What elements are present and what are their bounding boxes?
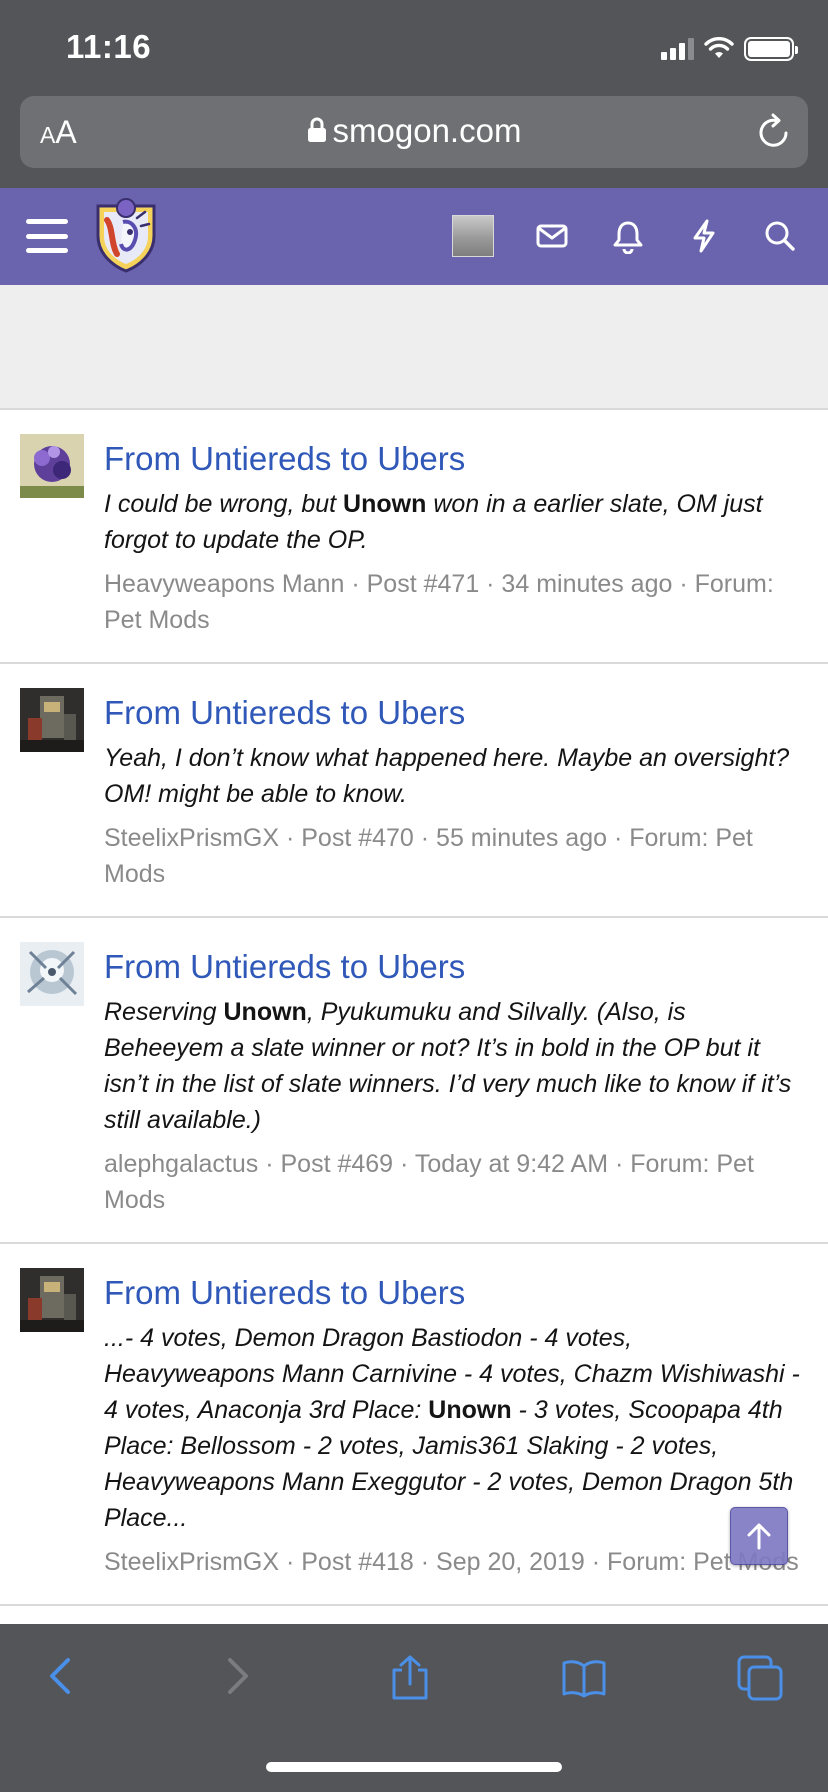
- avatar[interactable]: [20, 1268, 84, 1332]
- result-meta: Heavyweapons Mann · Post #471 · 34 minut…: [104, 570, 774, 634]
- arrow-up-icon: [747, 1523, 771, 1550]
- reload-icon[interactable]: [756, 112, 792, 150]
- menu-icon[interactable]: [26, 219, 68, 253]
- result-snippet: I could be wrong, but Unown won in a ear…: [104, 490, 763, 554]
- result-meta: alephgalactus · Post #469 · Today at 9:4…: [104, 1150, 754, 1214]
- ad-placeholder: [0, 285, 828, 410]
- search-result: From Untiereds to Ubers I could be wrong…: [0, 410, 828, 664]
- bell-icon[interactable]: [611, 218, 645, 254]
- result-title-link[interactable]: From Untiereds to Ubers: [104, 440, 808, 478]
- wifi-icon: [704, 37, 734, 58]
- result-title-link[interactable]: From Untiereds to Ubers: [104, 694, 808, 732]
- search-result: From Untiereds to Ubers Reserving Unown,…: [0, 918, 828, 1244]
- bolt-icon[interactable]: [687, 218, 721, 254]
- url-domain: smogon.com: [332, 112, 522, 149]
- result-meta: SteelixPrismGX · Post #418 · Sep 20, 201…: [104, 1548, 799, 1576]
- status-icons: [661, 36, 798, 62]
- browser-top-chrome: 11:16 AA smogon.com: [0, 0, 828, 188]
- result-snippet: ...- 4 votes, Demon Dragon Bastiodon - 4…: [104, 1324, 800, 1532]
- battery-icon: [744, 37, 798, 61]
- search-result: From Untiereds to Ubers Yeah, I don’t kn…: [0, 664, 828, 918]
- avatar[interactable]: [20, 434, 84, 498]
- bookmarks-icon[interactable]: [560, 1654, 608, 1702]
- result-title-link[interactable]: From Untiereds to Ubers: [104, 948, 808, 986]
- result-title-link[interactable]: From Untiereds to Ubers: [104, 1274, 808, 1312]
- forward-arrow-icon[interactable]: [218, 1654, 254, 1698]
- share-icon[interactable]: [388, 1654, 432, 1702]
- user-avatar[interactable]: [452, 215, 494, 257]
- url-display[interactable]: smogon.com: [20, 112, 808, 150]
- address-bar[interactable]: AA smogon.com: [20, 96, 808, 168]
- search-results-list: From Untiereds to Ubers I could be wrong…: [0, 410, 828, 1606]
- search-icon[interactable]: [763, 218, 797, 254]
- site-nav-bar: [0, 188, 828, 285]
- result-snippet: Yeah, I don’t know what happened here. M…: [104, 744, 790, 808]
- result-snippet: Reserving Unown, Pyukumuku and Silvally.…: [104, 998, 792, 1134]
- home-indicator: [266, 1762, 562, 1772]
- status-time: 11:16: [66, 28, 152, 65]
- avatar[interactable]: [20, 942, 84, 1006]
- cellular-signal-icon: [661, 38, 694, 60]
- mail-icon[interactable]: [535, 218, 569, 254]
- back-arrow-icon[interactable]: [44, 1654, 80, 1698]
- avatar[interactable]: [20, 688, 84, 752]
- back-to-top-button[interactable]: [730, 1507, 788, 1565]
- result-meta: SteelixPrismGX · Post #470 · 55 minutes …: [104, 824, 753, 888]
- lock-icon: [307, 117, 326, 143]
- search-result: From Untiereds to Ubers ...- 4 votes, De…: [0, 1244, 828, 1606]
- site-logo[interactable]: [93, 198, 159, 274]
- tabs-icon[interactable]: [736, 1654, 784, 1702]
